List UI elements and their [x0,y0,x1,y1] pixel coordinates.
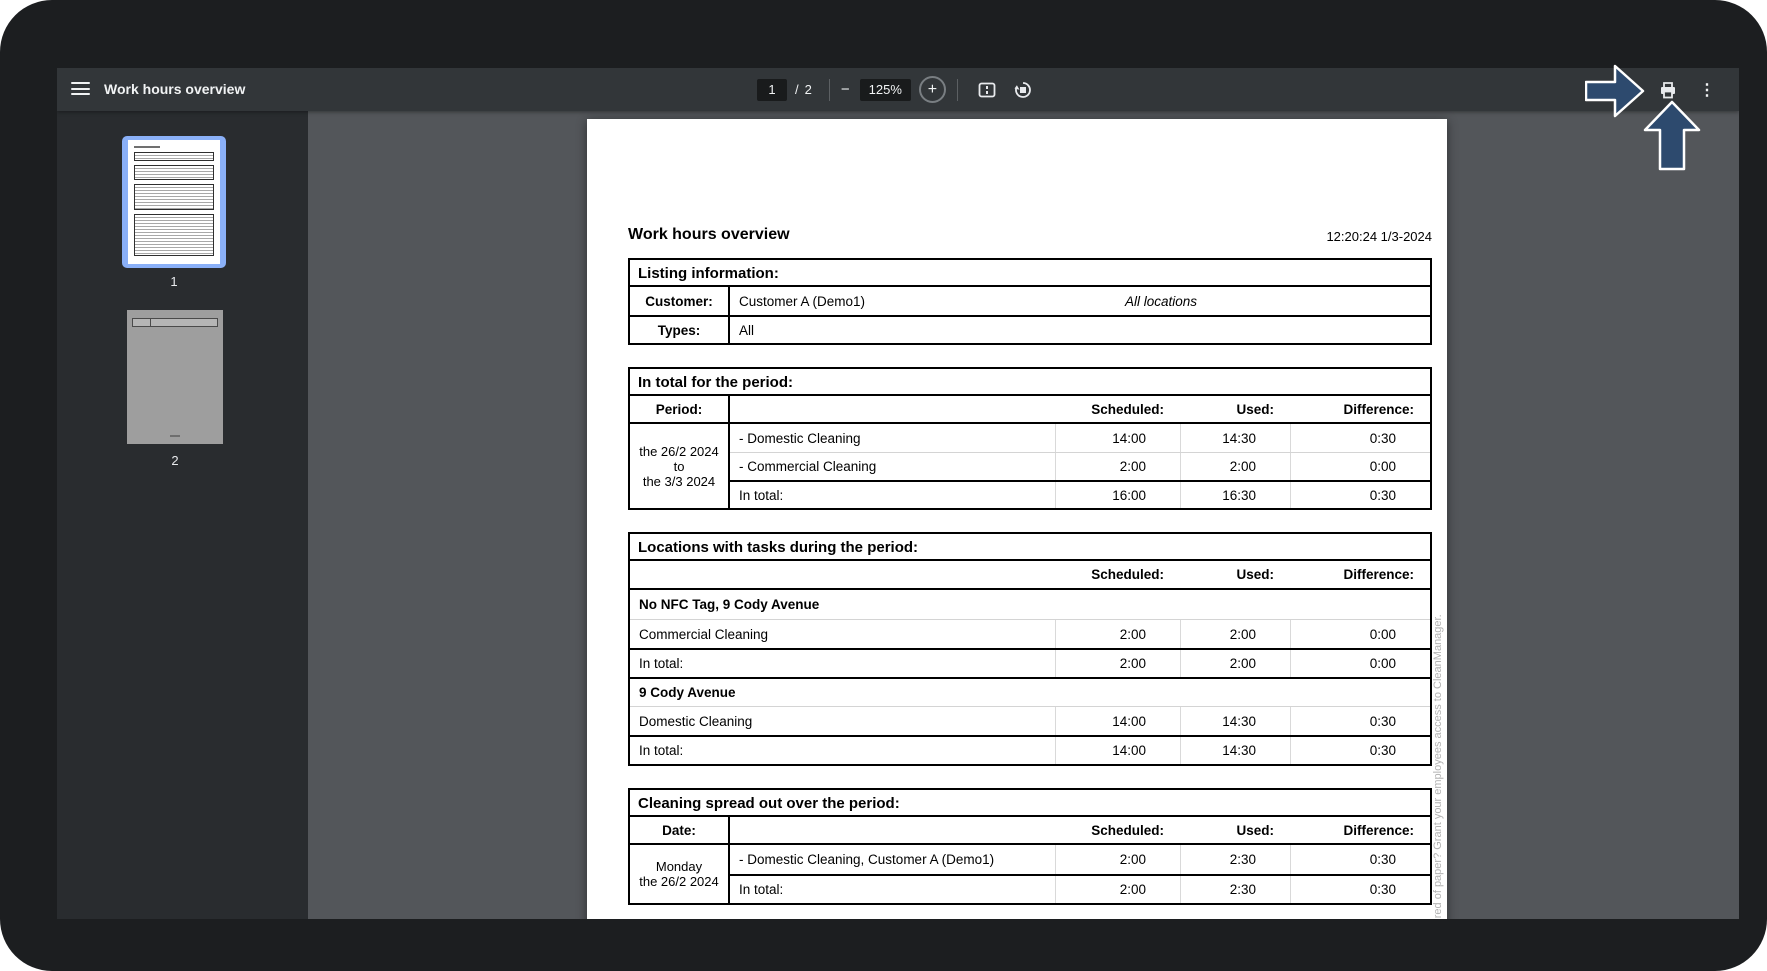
annotation-arrow-up-print [1643,100,1701,177]
table-row: - Domestic Cleaning, Customer A (Demo1) … [730,845,1430,874]
watermark-text: Tired of paper? Grant your employees acc… [1432,575,1444,919]
thumbnail-page-1-label: 1 [122,274,226,289]
customer-value: Customer A (Demo1) [739,294,865,309]
thumbnail-page-1-preview [128,140,220,264]
table-title: Cleaning spread out over the period: [630,790,1430,817]
rotate-icon[interactable] [1013,80,1033,100]
pdf-toolbar: Work hours overview 1 /2 − 125% + [57,68,1739,111]
page-number-input[interactable]: 1 [757,79,787,101]
listing-information-table: Listing information: Customer: Customer … [628,258,1432,345]
row-label: Types: [630,317,730,343]
report-timestamp: 12:20:24 1/3-2024 [1326,229,1432,244]
table-title: Locations with tasks during the period: [630,534,1430,561]
page-separator: / [795,82,799,97]
zoom-level[interactable]: 125% [860,79,911,101]
toolbar-divider [829,79,830,101]
thumbnail-page-2[interactable] [127,310,223,444]
table-row: Commercial Cleaning 2:00 2:00 0:00 [630,619,1430,648]
table-title: In total for the period: [630,369,1430,396]
pdf-viewer-window: Work hours overview 1 /2 − 125% + [57,68,1739,919]
date-cell: Monday the 26/2 2024 [630,845,730,903]
page-count: /2 [795,82,818,97]
annotation-arrow-right-download [1585,61,1647,126]
pdf-page-1: Work hours overview 12:20:24 1/3-2024 Li… [587,119,1447,919]
types-value: All [730,323,1430,338]
more-options-icon[interactable]: ⋮ [1699,80,1715,100]
table-total-row: In total: 14:00 14:30 0:30 [630,735,1430,764]
table-row: - Commercial Cleaning 2:00 2:00 0:00 [730,452,1430,480]
location-section-row: 9 Cody Avenue [630,677,1430,706]
table-row: Domestic Cleaning 14:00 14:30 0:30 [630,706,1430,735]
table-row: Customer: Customer A (Demo1) All locatio… [630,287,1430,315]
thumbnail-sidebar: 1 2 [57,111,308,919]
document-title: Work hours overview [104,68,245,111]
thumbnail-page-1[interactable] [122,136,226,268]
zoom-in-button[interactable]: + [919,76,946,103]
page-total: 2 [805,82,812,97]
document-content: Work hours overview 12:20:24 1/3-2024 Li… [628,119,1432,919]
table-total-row: In total: 16:00 16:30 0:30 [730,480,1430,508]
menu-icon[interactable] [71,82,90,97]
locations-table: Locations with tasks during the period: … [628,532,1432,766]
table-row: Types: All [630,315,1430,343]
report-title: Work hours overview [628,226,790,243]
zoom-out-button[interactable]: − [841,81,850,98]
cleaning-spread-table: Cleaning spread out over the period: Dat… [628,788,1432,905]
table-header-row: Period: Scheduled: Used: Difference: [630,396,1430,424]
period-cell: the 26/2 2024 to the 3/3 2024 [630,424,730,508]
table-row: - Domestic Cleaning 14:00 14:30 0:30 [730,424,1430,452]
thumbnail-page-2-label: 2 [127,453,223,468]
page-zoom-controls: 1 /2 − 125% + [757,68,1041,111]
customer-note: All locations [1125,294,1197,309]
row-label: Customer: [630,287,730,315]
thumbnail-page-2-preview [132,318,218,327]
table-total-row: In total: 2:00 2:30 0:30 [730,874,1430,903]
table-header-row: Date: Scheduled: Used: Difference: [630,817,1430,845]
print-icon[interactable] [1658,80,1678,100]
location-section-row: No NFC Tag, 9 Cody Avenue [630,590,1430,619]
table-header-row: Scheduled: Used: Difference: [630,561,1430,590]
period-totals-table: In total for the period: Period: Schedul… [628,367,1432,510]
toolbar-divider [957,79,958,101]
table-total-row: In total: 2:00 2:00 0:00 [630,648,1430,677]
table-title: Listing information: [630,260,1430,287]
fit-page-icon[interactable] [977,80,997,100]
